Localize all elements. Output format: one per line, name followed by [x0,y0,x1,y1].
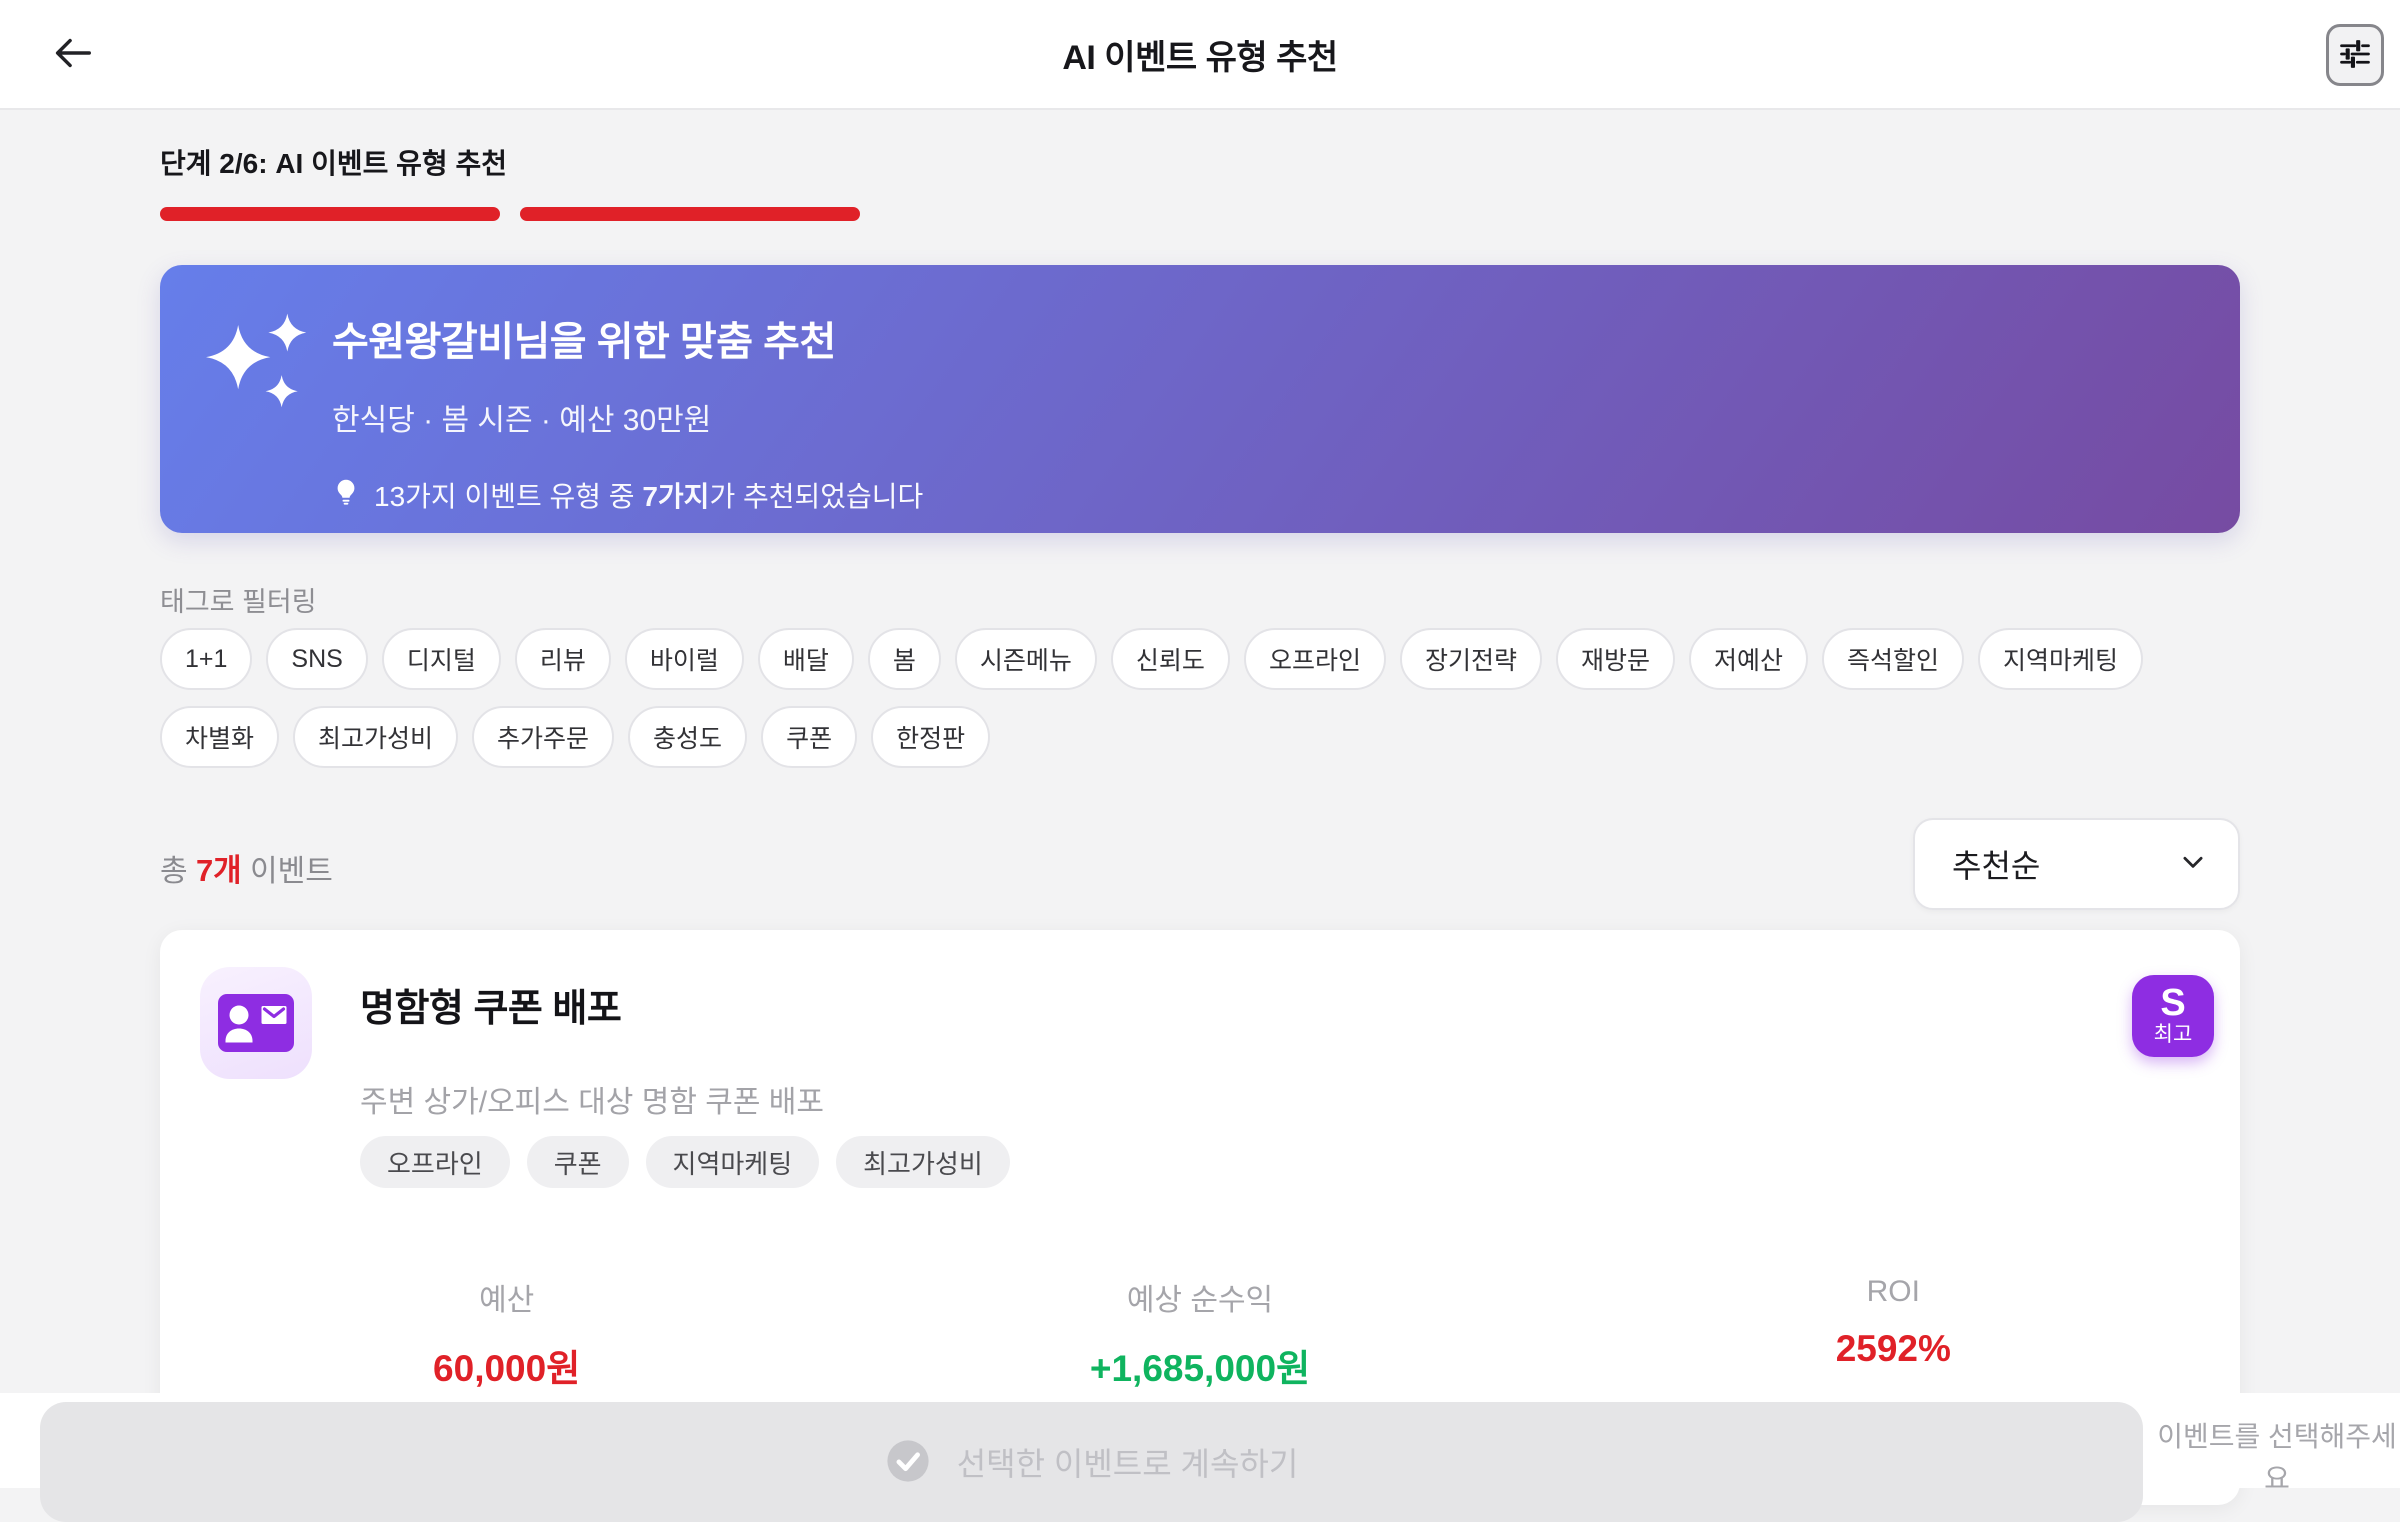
sort-dropdown[interactable]: 추천순 [1913,818,2240,910]
sparkles-icon [206,305,310,420]
progress-segment [160,207,500,221]
stat-value: +1,685,000원 [1089,1348,1311,1389]
stat-column: 예산 60,000원 [160,1275,853,1392]
event-tag: 쿠폰 [526,1136,629,1188]
bottom-bar: 선택한 이벤트로 계속하기 이벤트를 선택해주세요 [0,1393,2400,1522]
tag-filter-pill[interactable]: 최고가성비 [293,706,459,768]
continue-button-label: 선택한 이벤트로 계속하기 [956,1446,1299,1482]
tag-filter-pill[interactable]: 1+1 [160,628,253,690]
banner-title: 수원왕갈비님을 위한 맞춤 추천 [332,320,836,364]
contact-card-icon [200,967,312,1079]
stat-label: 예산 [479,1284,535,1317]
event-description: 주변 상가/오피스 대상 명함 쿠폰 배포 [360,1086,825,1119]
grade-label: 최고 [2153,1023,2193,1046]
event-stats: 예산 60,000원 예상 순수익 +1,685,000원 ROI 2592% [160,1275,2240,1392]
check-circle-icon [885,1438,931,1487]
grade-letter: S [2160,982,2186,1024]
continue-button[interactable]: 선택한 이벤트로 계속하기 [40,1402,2143,1522]
tag-filter-pill[interactable]: 리뷰 [514,628,611,690]
stat-column: ROI 2592% [1547,1275,2240,1392]
tag-filter-pill[interactable]: 한정판 [871,706,991,768]
tag-filter-pill[interactable]: 추가주문 [472,706,615,768]
progress-bar [160,207,860,221]
stat-column: 예상 순수익 +1,685,000원 [853,1275,1546,1392]
tag-filter-pill[interactable]: 차별화 [160,706,280,768]
progress-segment [520,207,860,221]
stat-label: 예상 순수익 [1126,1284,1274,1317]
tag-filter-list: 1+1 SNS 디지털 리뷰 바이럴 배달 봄 시즌메뉴 신뢰도 오프라인 장기… [160,628,2240,768]
event-tag-list: 오프라인 쿠폰 지역마케팅 최고가성비 [360,1136,1010,1188]
recommendation-banner: 수원왕갈비님을 위한 맞춤 추천 한식당 · 봄 시즌 · 예산 30만원 13… [160,265,2240,533]
tag-filter-pill[interactable]: 배달 [757,628,854,690]
stat-label: ROI [1866,1275,1920,1308]
grade-badge: S 최고 [2132,975,2214,1057]
banner-info: 13가지 이벤트 유형 중 7가지가 추천되었습니다 [332,475,2200,515]
banner-info-text: 13가지 이벤트 유형 중 7가지가 추천되었습니다 [374,481,924,512]
event-title: 명함형 쿠폰 배포 [360,988,622,1030]
event-tag: 오프라인 [360,1136,510,1188]
tag-filter-pill[interactable]: 쿠폰 [761,706,858,768]
event-tag: 최고가성비 [836,1136,1010,1188]
stat-value: 60,000원 [433,1348,581,1389]
tag-filter-pill[interactable]: 충성도 [628,706,748,768]
event-count: 총 7개 이벤트 [160,853,333,888]
tune-sliders-icon [2337,36,2373,75]
event-count-number: 7개 [195,853,242,888]
sort-value: 추천순 [1952,848,2041,884]
tag-filter-pill[interactable]: 재방문 [1555,628,1675,690]
tag-filter-pill[interactable]: 봄 [867,628,941,690]
filter-settings-button[interactable] [2326,24,2384,86]
stat-value: 2592% [1835,1328,1951,1369]
banner-subtitle: 한식당 · 봄 시즌 · 예산 30만원 [332,404,712,437]
selection-helper-text: 이벤트를 선택해주세요 [2157,1421,2397,1494]
tag-filter-pill[interactable]: 디지털 [381,628,501,690]
tag-filter-pill[interactable]: 오프라인 [1243,628,1386,690]
back-button[interactable] [40,22,104,86]
page-title: AI 이벤트 유형 추천 [1062,38,1338,77]
tag-filter-pill[interactable]: 지역마케팅 [1978,628,2144,690]
tag-filter-pill[interactable]: 시즌메뉴 [954,628,1097,690]
filter-label: 태그로 필터링 [160,587,317,617]
tag-filter-pill[interactable]: 장기전략 [1399,628,1542,690]
tag-filter-pill[interactable]: 바이럴 [624,628,744,690]
tag-filter-pill[interactable]: SNS [266,628,368,690]
arrow-left-icon [49,30,95,79]
chevron-down-icon [2178,847,2208,882]
tag-filter-pill[interactable]: 즉석할인 [1822,628,1965,690]
lightbulb-icon [332,478,360,513]
step-label: 단계 2/6: AI 이벤트 유형 추천 [160,148,507,179]
tag-filter-pill[interactable]: 저예산 [1688,628,1808,690]
header: AI 이벤트 유형 추천 [0,0,2400,110]
tag-filter-pill[interactable]: 신뢰도 [1110,628,1230,690]
event-tag: 지역마케팅 [645,1136,820,1188]
